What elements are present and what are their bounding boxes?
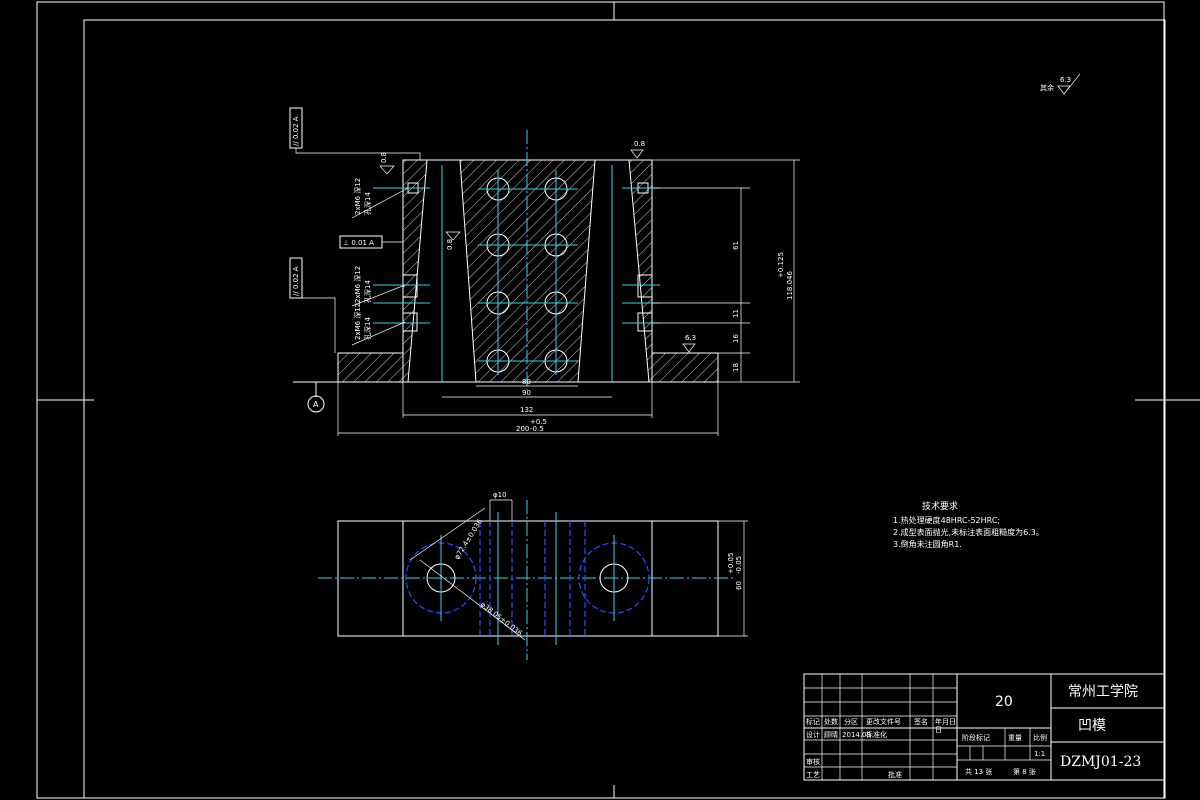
tech-req-item-1: 1.热处理硬度48HRC-52HRC;	[893, 515, 1000, 525]
right-base-section	[651, 352, 719, 383]
svg-text:118.046: 118.046	[786, 271, 794, 300]
svg-text:2xM6 深12: 2xM6 深12	[353, 178, 362, 215]
thread-note-low: 2xM6 深12 孔深14	[351, 303, 406, 346]
title-block: 标记 处数 分区 更改文件号 签名 年月日 设计 顾晴 2014.03 标准化 …	[803, 673, 1166, 781]
tb-process-label: 工艺	[806, 771, 820, 779]
svg-text:132: 132	[520, 406, 533, 414]
thread-note-mid: 2xM6 深12 孔深14	[351, 266, 406, 307]
svg-text:⊥ 0.01 A: ⊥ 0.01 A	[343, 239, 374, 247]
tolerance-parallel-mid: // 0.02 A	[289, 257, 336, 353]
svg-text:+0.05: +0.05	[727, 553, 735, 574]
drawing-frame	[36, 1, 1200, 799]
svg-text:2xM6 深12: 2xM6 深12	[353, 303, 362, 340]
svg-text:200: 200	[516, 425, 529, 433]
tb-approve-label: 批准	[888, 770, 902, 779]
tb-standard-label: 标准化	[866, 730, 887, 739]
tb-sheets-total: 共 13 张	[965, 767, 992, 776]
svg-text:// 0.02 A: // 0.02 A	[292, 116, 300, 146]
svg-text:0.8: 0.8	[634, 140, 645, 148]
dim-horizontal: 80 90 132 200 +0.5 -0.5	[337, 378, 719, 436]
svg-text:11: 11	[732, 309, 740, 318]
tb-designer: 顾晴	[824, 730, 838, 739]
svg-text:其余: 其余	[1040, 83, 1054, 92]
svg-text:φ38.05±0.036: φ38.05±0.036	[479, 600, 524, 638]
svg-text:φ10: φ10	[493, 491, 507, 499]
svg-text:60: 60	[735, 581, 743, 590]
svg-text:// 0.02 A: // 0.02 A	[292, 266, 300, 296]
tolerance-parallel-top: // 0.02 A	[289, 107, 421, 160]
tb-check-label: 审核	[806, 757, 820, 766]
tb-stage-label: 阶段标记	[962, 733, 990, 742]
svg-text:6.3: 6.3	[1060, 76, 1071, 84]
svg-text:孔深14: 孔深14	[363, 317, 372, 340]
tb-scale-label: 比例	[1033, 733, 1047, 742]
tb-sheet-no: 第 8 张	[1013, 767, 1036, 776]
tech-req-item-2: 2.成型表面抛光,未标注表面粗糙度为6.3。	[893, 527, 1044, 537]
svg-text:-0.05: -0.05	[735, 556, 743, 574]
front-view: A // 0.02 A ⊥ 0.01 A // 0.02 A 2xM6 深12 …	[289, 107, 800, 436]
tech-req-item-3: 3.倒角未注圆角R1.	[893, 539, 962, 549]
roughness-right-top: 0.8	[630, 140, 645, 159]
svg-text:90: 90	[522, 389, 531, 397]
svg-text:0.8: 0.8	[380, 152, 388, 163]
roughness-right-base: 6.3	[682, 334, 696, 353]
dim-vertical: 61 11 16 18 118.046 +0.125	[652, 159, 800, 383]
svg-text:-0.5: -0.5	[530, 425, 544, 433]
roughness-left-top: 0.8	[379, 152, 395, 175]
tb-header-zone: 分区	[844, 717, 858, 726]
tb-header-docno: 更改文件号	[866, 717, 901, 726]
tb-header-sign: 签名	[914, 717, 928, 726]
tb-school: 常州工学院	[1068, 684, 1138, 700]
tb-part-name: 凹模	[1078, 718, 1106, 734]
left-base-section	[337, 352, 404, 383]
tb-header-count: 处数	[824, 717, 838, 726]
tb-material: 日	[935, 726, 942, 734]
roughness-general-note: 其余 6.3	[1040, 73, 1081, 95]
technical-requirements: 技术要求 1.热处理硬度48HRC-52HRC; 2.成型表面抛光,未标注表面粗…	[893, 500, 1044, 549]
svg-text:A: A	[313, 400, 319, 409]
tb-scale: 1:1	[1034, 750, 1045, 758]
top-view: φ10 φ72.4±0.036 φ38.05±0.036 60 +0.05 -0…	[318, 491, 748, 660]
svg-text:6.3: 6.3	[685, 334, 696, 342]
svg-text:孔深14: 孔深14	[363, 280, 372, 303]
tb-quantity: 20	[995, 694, 1013, 710]
svg-text:16: 16	[732, 334, 740, 343]
svg-text:18: 18	[732, 363, 740, 372]
svg-text:+0.125: +0.125	[777, 252, 785, 278]
tb-drawing-no: DZMJ01-23	[1060, 754, 1141, 770]
svg-text:0.8: 0.8	[446, 239, 454, 250]
tolerance-perpendicular: ⊥ 0.01 A	[339, 235, 403, 249]
svg-text:80: 80	[522, 378, 531, 386]
tb-weight-label: 重量	[1008, 734, 1022, 742]
tb-design-label: 设计	[806, 730, 820, 739]
tech-req-title: 技术要求	[922, 500, 958, 512]
svg-text:2xM6 深12: 2xM6 深12	[353, 266, 362, 303]
tb-header-mark: 标记	[806, 717, 820, 726]
tb-header-date: 年月日	[935, 717, 956, 726]
thread-note-top: 2xM6 深12 孔深14	[351, 178, 409, 219]
svg-text:61: 61	[732, 241, 740, 250]
roughness-inner-cone: 0.8	[445, 231, 461, 250]
cad-drawing-canvas: 其余 6.3 A // 0.02 A ⊥ 0.01 A // 0.02 A 2x…	[36, 1, 1200, 799]
